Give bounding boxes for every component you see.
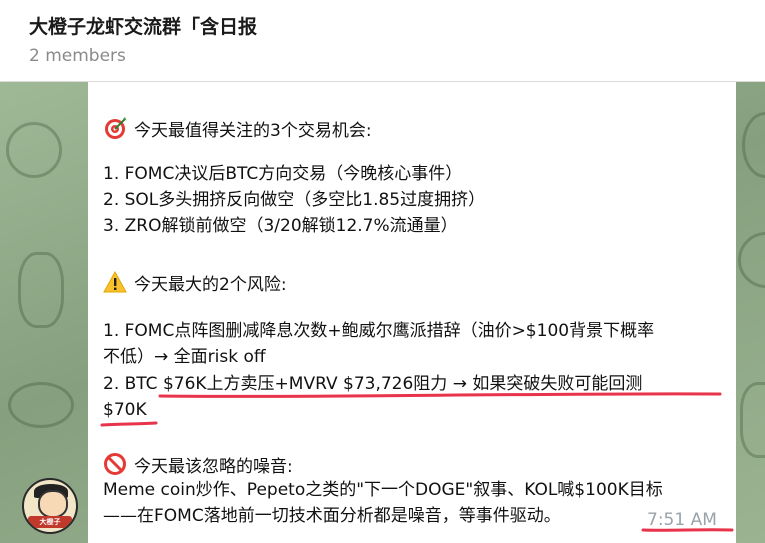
member-count[interactable]: 2 members (29, 46, 126, 66)
avatar-face (38, 490, 68, 518)
chat-header[interactable]: 大橙子龙虾交流群「含日报 2 members (0, 0, 765, 82)
wallpaper-doodle (18, 252, 64, 328)
list-item: ——在FOMC落地前一切技术面分析都是噪音，等事件驱动。 (103, 506, 561, 526)
wallpaper-doodle (740, 382, 765, 458)
list-item: Meme coin炒作、Pepeto之类的"下一个DOGE"叙事、KOL喊$10… (103, 480, 663, 500)
wallpaper-doodle (738, 232, 765, 288)
wallpaper-doodle (6, 122, 62, 178)
wallpaper-doodle (742, 112, 765, 178)
list-item: 不低）→ 全面risk off (103, 347, 266, 367)
section-risks-title: 今天最大的2个风险: (134, 275, 287, 295)
avatar-label: 大橙子 (28, 516, 72, 528)
prohibited-icon (104, 453, 126, 475)
section-noise-title: 今天最该忽略的噪音: (134, 457, 293, 477)
list-item: 1. FOMC决议后BTC方向交易（今晚核心事件） (103, 164, 463, 184)
dart-target-icon (105, 117, 127, 139)
warning-icon (103, 270, 127, 293)
section-opportunities-heading: 今天最值得关注的3个交易机会: (103, 116, 372, 142)
chat-title[interactable]: 大橙子龙虾交流群「含日报 (29, 12, 257, 39)
annotation-underline (100, 392, 722, 427)
section-opportunities-title: 今天最值得关注的3个交易机会: (134, 121, 372, 141)
section-risks-heading: 今天最大的2个风险: (103, 270, 287, 296)
timestamp-annotation-underline (641, 528, 734, 532)
list-item: 3. ZRO解锁前做空（3/20解锁12.7%流通量） (103, 216, 458, 236)
section-noise-heading: 今天最该忽略的噪音: (103, 452, 293, 478)
wallpaper-doodle (8, 382, 74, 428)
list-item: 1. FOMC点阵图删减降息次数+鲍威尔鹰派措辞（油价>$100背景下概率 (103, 321, 655, 341)
list-item: 2. SOL多头拥挤反向做空（多空比1.85过度拥挤） (103, 190, 486, 210)
sender-avatar[interactable]: 大橙子 (22, 478, 78, 534)
